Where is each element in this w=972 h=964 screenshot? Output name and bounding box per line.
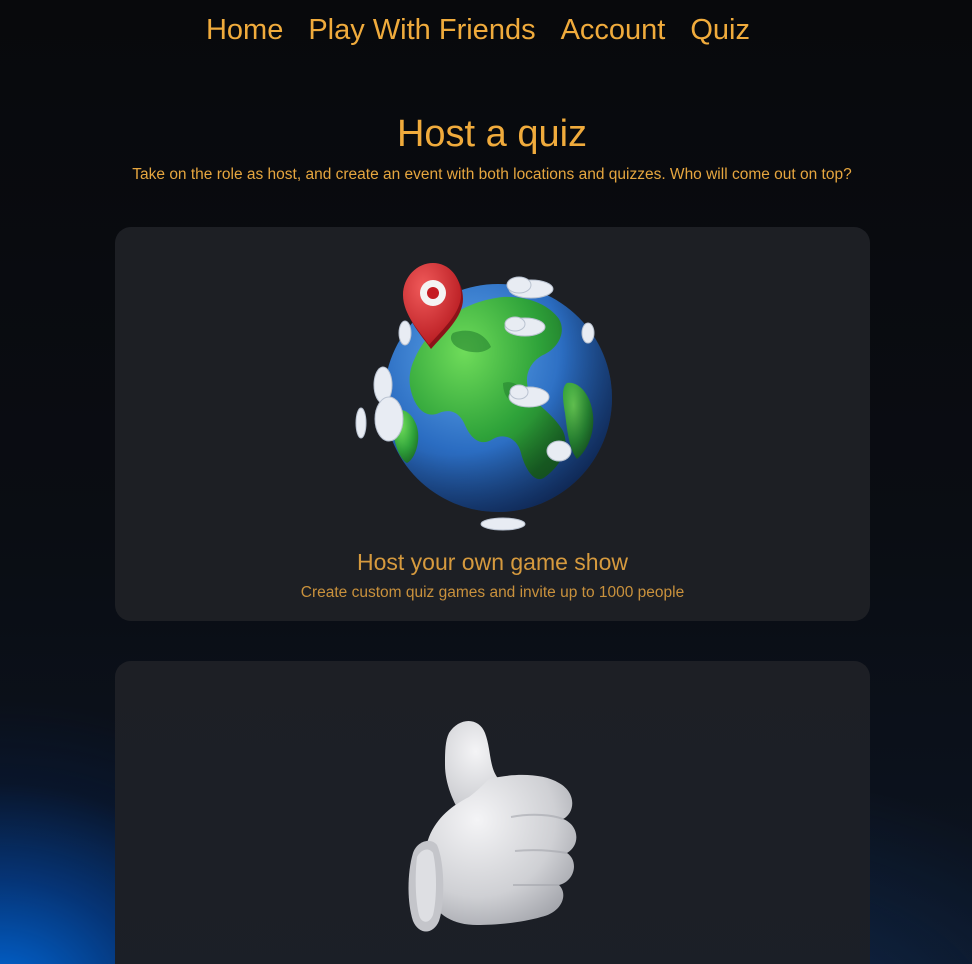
nav-play-with-friends-link[interactable]: Play With Friends <box>308 10 535 50</box>
thumbs-up-card[interactable] <box>115 661 870 964</box>
nav-account-link[interactable]: Account <box>561 10 666 50</box>
globe-icon <box>355 263 612 531</box>
card-description: Create custom quiz games and invite up t… <box>300 584 685 601</box>
page-subtitle: Take on the role as host, and create an … <box>132 166 852 183</box>
nav-home-link[interactable]: Home <box>206 10 283 50</box>
card-title: Host your own game show <box>356 549 628 575</box>
globe-illustration <box>115 263 870 538</box>
host-game-show-card[interactable]: Host your own game show Create custom qu… <box>115 227 870 621</box>
thumbs-up-illustration <box>115 713 870 943</box>
page-title: Host a quiz <box>396 113 588 155</box>
main-nav: Home Play With Friends Account Quiz <box>0 10 964 50</box>
thumbs-up-icon <box>408 721 576 932</box>
nav-quiz-link[interactable]: Quiz <box>690 10 750 50</box>
